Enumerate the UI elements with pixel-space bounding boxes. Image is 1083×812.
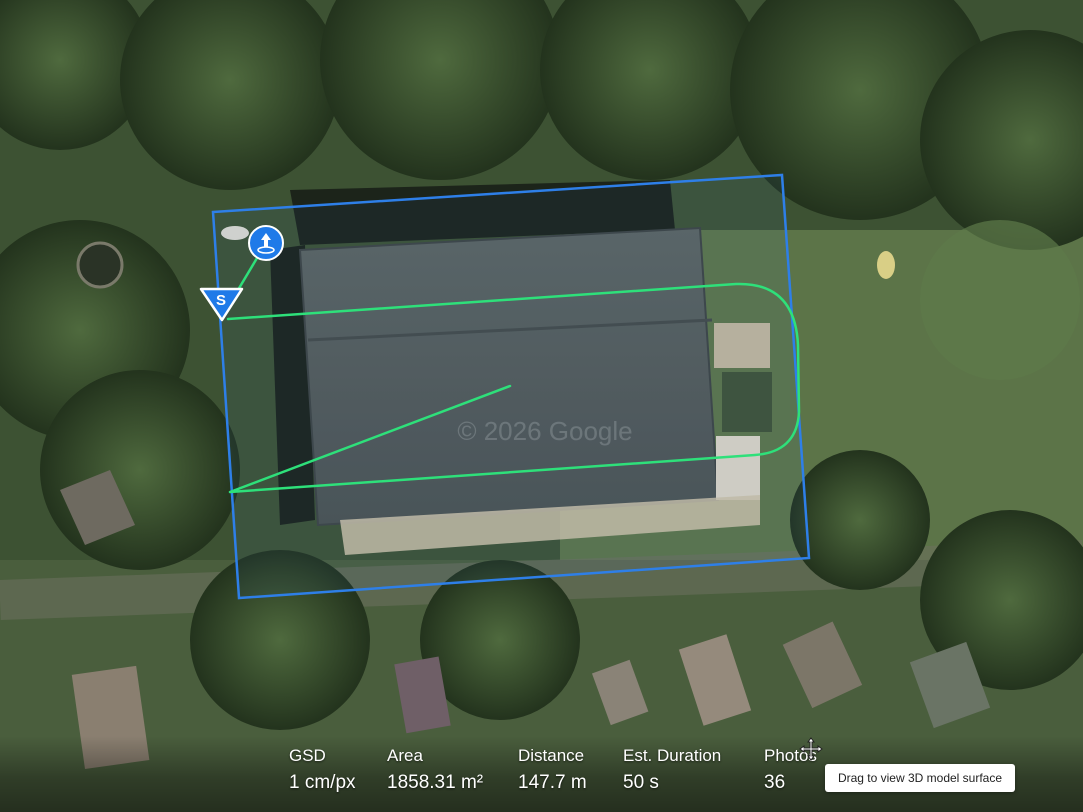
stat-distance-value: 147.7 m xyxy=(518,772,587,793)
move-cursor-icon xyxy=(799,737,823,761)
stat-duration-value: 50 s xyxy=(623,772,659,793)
stat-duration-label: Est. Duration xyxy=(623,746,722,765)
stat-gsd-value: 1 cm/px xyxy=(289,772,356,793)
stat-gsd-label: GSD xyxy=(289,746,326,765)
stat-photos-value: 36 xyxy=(764,772,786,793)
stat-area-label: Area xyxy=(387,746,423,765)
drag-3d-tooltip: Drag to view 3D model surface xyxy=(825,764,1015,792)
stat-duration: Est. Duration 50 s xyxy=(623,746,721,794)
stat-area: Area 1858.31 m² xyxy=(387,746,483,794)
stat-gsd: GSD 1 cm/px xyxy=(289,746,356,794)
stat-distance: Distance 147.7 m xyxy=(518,746,587,794)
takeoff-point-icon[interactable] xyxy=(248,225,284,261)
start-point-label: S xyxy=(216,292,226,309)
stat-distance-label: Distance xyxy=(518,746,585,765)
stat-area-value: 1858.31 m² xyxy=(387,772,484,793)
satellite-map[interactable]: © 2026 Google S xyxy=(0,0,1083,812)
